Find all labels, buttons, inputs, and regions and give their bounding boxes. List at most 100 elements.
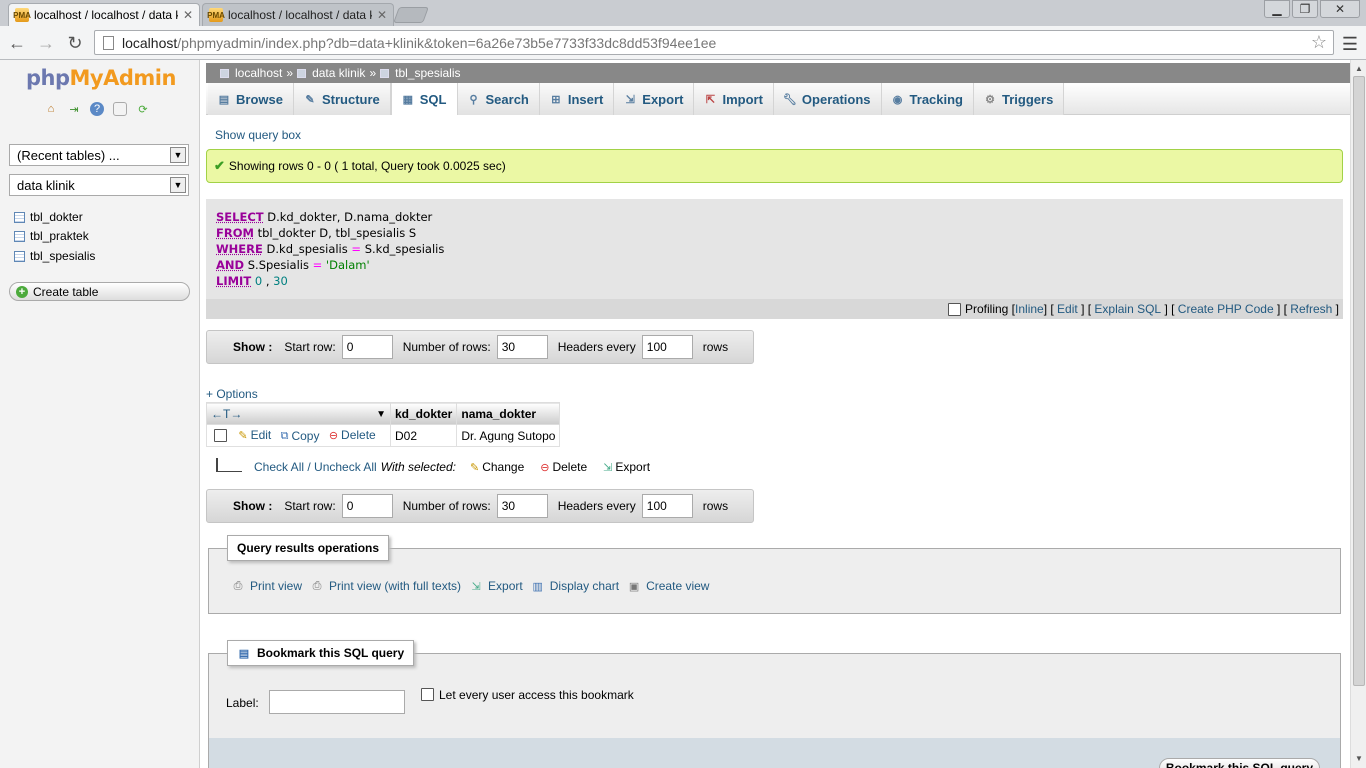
structure-icon: ✎ [305, 93, 315, 106]
inline-link[interactable]: Inline [1015, 302, 1044, 316]
home-icon[interactable]: ⌂ [44, 102, 58, 116]
table-icon [14, 211, 25, 223]
edit-sql-link[interactable]: Edit [1057, 302, 1078, 316]
tab-insert[interactable]: ⊞ Insert [539, 83, 615, 115]
recent-tables-select[interactable]: (Recent tables) ... ▼ [9, 144, 189, 166]
breadcrumb-server[interactable]: localhost [235, 66, 282, 80]
forward-arrow-icon[interactable]: → [35, 32, 57, 54]
main-content: localhost » data klinik » tbl_spesialis … [206, 60, 1350, 768]
column-header-kd-dokter[interactable]: kd_dokter [389, 402, 458, 425]
profiling-checkbox[interactable] [947, 302, 961, 316]
browser-tab-active[interactable]: PMA localhost / localhost / data klir ✕ [8, 3, 200, 26]
explain-sql-link[interactable]: Explain SQL [1094, 302, 1161, 316]
tab-sql[interactable]: ▦ SQL [390, 83, 458, 115]
export-icon: ⇲ [471, 580, 481, 593]
logout-icon[interactable]: ⇥ [67, 102, 81, 116]
row-checkbox[interactable] [214, 429, 227, 443]
breadcrumb: localhost » data klinik » tbl_spesialis [206, 63, 1350, 83]
tab-search[interactable]: ⚲ Search [457, 83, 540, 115]
tab-export[interactable]: ⇲ Export [614, 83, 695, 115]
bookmark-submit-button[interactable]: Bookmark this SQL query [1158, 758, 1320, 768]
column-arrows-icon[interactable]: ←T→ [211, 407, 242, 421]
arrow-up-icon [216, 458, 242, 472]
breadcrumb-table[interactable]: tbl_spesialis [395, 66, 460, 80]
left-navigation: phpMyAdmin ⌂ ⇥ ? ⟳ (Recent tables) ... ▼… [0, 60, 200, 768]
cell-kd-dokter[interactable]: D02 [389, 424, 458, 447]
start-row-input[interactable]: 0 [341, 335, 393, 359]
print-view-full-link[interactable]: ⎙ Print view (with full texts) [310, 579, 461, 593]
change-selected-button[interactable]: ✎ Change [470, 460, 524, 474]
import-icon: ⇱ [705, 93, 716, 106]
chevron-down-icon[interactable]: ▼ [376, 409, 386, 420]
export-results-link[interactable]: ⇲ Export [469, 579, 522, 593]
row-edit-button[interactable]: ✎ Edit [238, 428, 271, 442]
phpmyadmin-favicon-icon: PMA [13, 8, 31, 22]
close-icon[interactable]: ✕ [377, 8, 387, 22]
page-scrollbar[interactable]: ▲ ▼ [1350, 60, 1366, 768]
tab-structure[interactable]: ✎ Structure [293, 83, 391, 115]
table-row: ✎ Edit ⧉ Copy ⊖ Delete D02 Dr. Agung Sutopo [206, 424, 561, 447]
reload-navigation-icon[interactable]: ⟳ [136, 102, 150, 116]
create-php-code-link[interactable]: Create PHP Code [1178, 302, 1274, 316]
scroll-down-icon[interactable]: ▼ [1353, 752, 1365, 764]
display-chart-link[interactable]: ▥ Display chart [531, 579, 620, 593]
tab-browse[interactable]: ▤ Browse [208, 83, 294, 115]
delete-icon: ⊖ [328, 429, 339, 442]
address-bar[interactable]: localhost /phpmyadmin/index.php?db=data+… [94, 30, 1334, 55]
bookmark-footer: Bookmark this SQL query [209, 738, 1340, 768]
plus-icon: + [16, 285, 28, 298]
query-results-operations-title: Query results operations [227, 535, 390, 561]
sidebar-table-item[interactable]: tbl_dokter [14, 210, 83, 224]
tab-operations[interactable]: 🔧︎ Operations [773, 83, 882, 115]
show-query-box-link[interactable]: Show query box [215, 128, 301, 142]
show-rows-bar-bottom: Show : Start row: 0 Number of rows: 30 H… [206, 489, 754, 523]
create-view-link[interactable]: ▣ Create view [627, 579, 710, 593]
browse-icon: ▤ [218, 93, 230, 106]
every-user-checkbox[interactable] [421, 688, 434, 701]
number-of-rows-input[interactable]: 30 [496, 335, 548, 359]
database-select[interactable]: data klinik ▼ [9, 174, 189, 196]
row-copy-button[interactable]: ⧉ Copy [281, 429, 320, 443]
options-link[interactable]: + Options [206, 387, 258, 401]
bookmark-label-input[interactable] [269, 690, 405, 714]
close-icon[interactable]: ✕ [183, 8, 193, 22]
refresh-link[interactable]: Refresh [1290, 302, 1332, 316]
maximize-icon[interactable]: ❐ [1292, 0, 1318, 18]
sidebar-table-item[interactable]: tbl_praktek [14, 229, 89, 243]
check-all-link[interactable]: Check All / Uncheck All [254, 460, 377, 474]
minimize-icon[interactable]: ▁ [1264, 0, 1290, 18]
cell-nama-dokter[interactable]: Dr. Agung Sutopo [456, 424, 561, 447]
headers-every-input[interactable]: 100 [641, 335, 693, 359]
breadcrumb-database[interactable]: data klinik [312, 66, 365, 80]
phpmyadmin-logo[interactable]: phpMyAdmin [26, 66, 176, 90]
headers-every-input[interactable]: 100 [641, 494, 693, 518]
print-icon: ⎙ [312, 579, 322, 592]
reload-icon[interactable]: ↻ [64, 32, 86, 54]
tab-tracking[interactable]: ◉ Tracking [881, 83, 974, 115]
column-resize-header[interactable]: ←T→ ▼ [206, 402, 391, 425]
tab-import[interactable]: ⇱ Import [694, 83, 774, 115]
eye-icon: ◉ [892, 93, 903, 106]
with-selected-bar: Check All / Uncheck All With selected: ✎… [216, 458, 656, 474]
documentation-icon[interactable] [113, 102, 127, 116]
scroll-up-icon[interactable]: ▲ [1353, 62, 1365, 74]
navigation-icons: ⌂ ⇥ ? ⟳ [44, 102, 150, 116]
delete-selected-button[interactable]: ⊖ Delete [540, 460, 587, 474]
help-icon[interactable]: ? [90, 102, 104, 116]
start-row-input[interactable]: 0 [341, 494, 393, 518]
bookmark-star-icon[interactable]: ☆ [1311, 32, 1327, 53]
create-table-button[interactable]: + Create table [9, 282, 190, 301]
scrollbar-thumb[interactable] [1353, 76, 1365, 686]
sidebar-table-item[interactable]: tbl_spesialis [14, 249, 95, 263]
back-arrow-icon[interactable]: ← [6, 32, 28, 54]
export-selected-button[interactable]: ⇲ Export [603, 460, 650, 474]
row-delete-button[interactable]: ⊖ Delete [329, 428, 376, 442]
new-tab-button[interactable] [393, 7, 429, 23]
browser-menu-icon[interactable]: ☰ [1342, 34, 1358, 55]
column-header-nama-dokter[interactable]: nama_dokter [456, 402, 561, 425]
browser-tab-inactive[interactable]: PMA localhost / localhost / data klir ✕ [202, 3, 394, 26]
print-view-link[interactable]: ⎙ Print view [231, 579, 302, 593]
number-of-rows-input[interactable]: 30 [496, 494, 548, 518]
tab-triggers[interactable]: ⚙ Triggers [974, 83, 1065, 115]
window-close-icon[interactable]: ✕ [1320, 0, 1360, 18]
